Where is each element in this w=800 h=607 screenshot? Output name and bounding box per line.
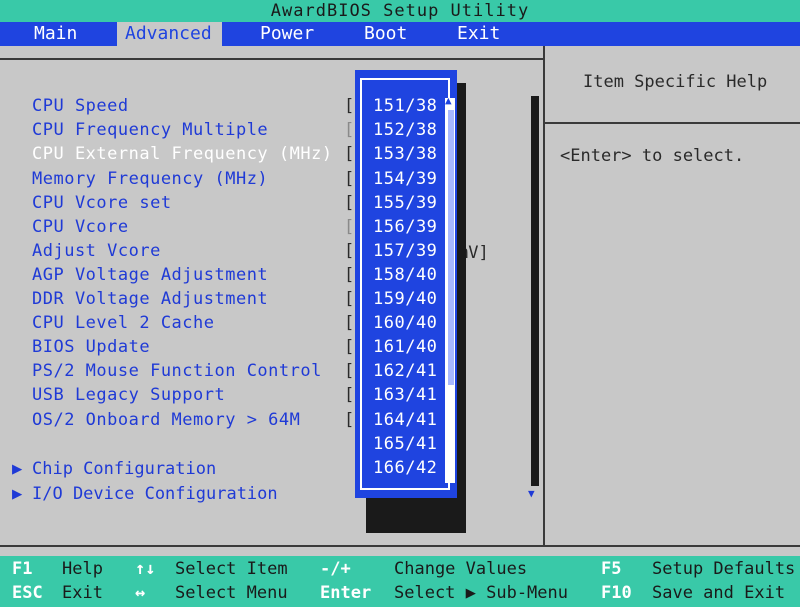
popup-option[interactable]: 164/41 (373, 410, 437, 430)
setting-os2-memory[interactable]: OS/2 Onboard Memory > 64M (32, 410, 300, 430)
up-down-arrows-icon: ↑↓ (135, 559, 156, 579)
scroll-down-icon[interactable]: ▼ (528, 487, 535, 500)
popup-option[interactable]: 163/41 (373, 385, 437, 405)
key-f1: F1 (12, 559, 33, 579)
value-bracket: [ (344, 241, 355, 261)
value-bracket: [ (344, 144, 355, 164)
popup-option[interactable]: 162/41 (373, 361, 437, 381)
value-bracket: [ (344, 217, 355, 237)
popup-option[interactable]: 166/42 (373, 458, 437, 478)
popup-option[interactable]: 156/39 (373, 217, 437, 237)
key-desc-exit: Exit (62, 583, 103, 603)
menu-bar: Main Advanced Power Boot Exit (0, 22, 800, 46)
scroll-up-icon[interactable]: ▲ (445, 94, 452, 107)
setting-agp-voltage[interactable]: AGP Voltage Adjustment (32, 265, 268, 285)
key-desc-select-submenu: Select ▶ Sub-Menu (394, 583, 568, 603)
bottom-divider (0, 545, 800, 547)
popup-scroll-thumb[interactable] (448, 110, 454, 385)
popup-option[interactable]: 152/38 (373, 120, 437, 140)
popup-option[interactable]: 158/40 (373, 265, 437, 285)
triangle-right-icon: ▶ (12, 459, 23, 479)
key-desc-select-item: Select Item (175, 559, 288, 579)
key-minus-plus: -/+ (320, 559, 351, 579)
menu-power[interactable]: Power (260, 22, 314, 46)
menu-advanced[interactable]: Advanced (117, 22, 222, 46)
value-bracket: [ (344, 410, 355, 430)
popup-option[interactable]: 157/39 (373, 241, 437, 261)
key-desc-select-menu: Select Menu (175, 583, 288, 603)
setting-cpu-frequency-multiple[interactable]: CPU Frequency Multiple (32, 120, 268, 140)
value-bracket: [ (344, 361, 355, 381)
value-bracket: [ (344, 337, 355, 357)
value-bracket: [ (344, 120, 355, 140)
key-legend: F1 Help ↑↓ Select Item -/+ Change Values… (0, 556, 800, 607)
vertical-divider (543, 46, 545, 546)
key-f5: F5 (601, 559, 622, 579)
frequency-popup: ▲ 151/38 152/38 153/38 154/39 155/39 156… (355, 70, 457, 498)
popup-option[interactable]: 155/39 (373, 193, 437, 213)
key-desc-help: Help (62, 559, 103, 579)
submenu-io-device-configuration[interactable]: ▶ I/O Device Configuration (12, 484, 278, 504)
setting-ddr-voltage[interactable]: DDR Voltage Adjustment (32, 289, 268, 309)
key-enter: Enter (320, 583, 372, 603)
submenu-chip-configuration[interactable]: ▶ Chip Configuration (12, 459, 216, 479)
help-divider (545, 122, 800, 124)
popup-option[interactable]: 153/38 (373, 144, 437, 164)
popup-option[interactable]: 160/40 (373, 313, 437, 333)
setting-adjust-vcore[interactable]: Adjust Vcore (32, 241, 161, 261)
setting-cpu-l2-cache[interactable]: CPU Level 2 Cache (32, 313, 215, 333)
key-desc-setup-defaults: Setup Defaults (652, 559, 796, 579)
setting-bios-update[interactable]: BIOS Update (32, 337, 150, 357)
value-bracket: [ (344, 265, 355, 285)
submenu-label: I/O Device Configuration (32, 484, 278, 504)
popup-option[interactable]: 159/40 (373, 289, 437, 309)
setting-cpu-vcore[interactable]: CPU Vcore (32, 217, 129, 237)
setting-memory-frequency[interactable]: Memory Frequency (MHz) (32, 169, 268, 189)
menu-main[interactable]: Main (34, 22, 77, 46)
main-scrollbar[interactable] (531, 96, 539, 486)
left-right-arrows-icon: ↔ (135, 583, 146, 603)
key-esc: ESC (12, 583, 43, 603)
value-bracket: [ (344, 96, 355, 116)
value-bracket: [ (344, 313, 355, 333)
key-desc-change-values: Change Values (394, 559, 528, 579)
help-title: Item Specific Help (583, 72, 768, 92)
window-title: AwardBIOS Setup Utility (0, 0, 800, 22)
popup-option[interactable]: 154/39 (373, 169, 437, 189)
value-bracket: [ (344, 289, 355, 309)
key-desc-save-and-exit: Save and Exit (652, 583, 786, 603)
top-divider (0, 58, 544, 60)
submenu-label: Chip Configuration (32, 459, 217, 479)
value-bracket: [ (344, 385, 355, 405)
triangle-right-icon: ▶ (12, 484, 23, 504)
value-bracket: [ (344, 169, 355, 189)
key-f10: F10 (601, 583, 632, 603)
setting-ps2-mouse[interactable]: PS/2 Mouse Function Control (32, 361, 322, 381)
setting-cpu-external-frequency[interactable]: CPU External Frequency (MHz) (32, 144, 333, 164)
menu-boot[interactable]: Boot (364, 22, 407, 46)
value-bracket: [ (344, 193, 355, 213)
setting-cpu-speed[interactable]: CPU Speed (32, 96, 129, 116)
setting-usb-legacy[interactable]: USB Legacy Support (32, 385, 225, 405)
popup-option[interactable]: 161/40 (373, 337, 437, 357)
popup-option[interactable]: 165/41 (373, 434, 437, 454)
setting-cpu-vcore-set[interactable]: CPU Vcore set (32, 193, 172, 213)
menu-exit[interactable]: Exit (457, 22, 500, 46)
popup-option[interactable]: 151/38 (373, 96, 437, 116)
help-text: <Enter> to select. (560, 146, 745, 166)
